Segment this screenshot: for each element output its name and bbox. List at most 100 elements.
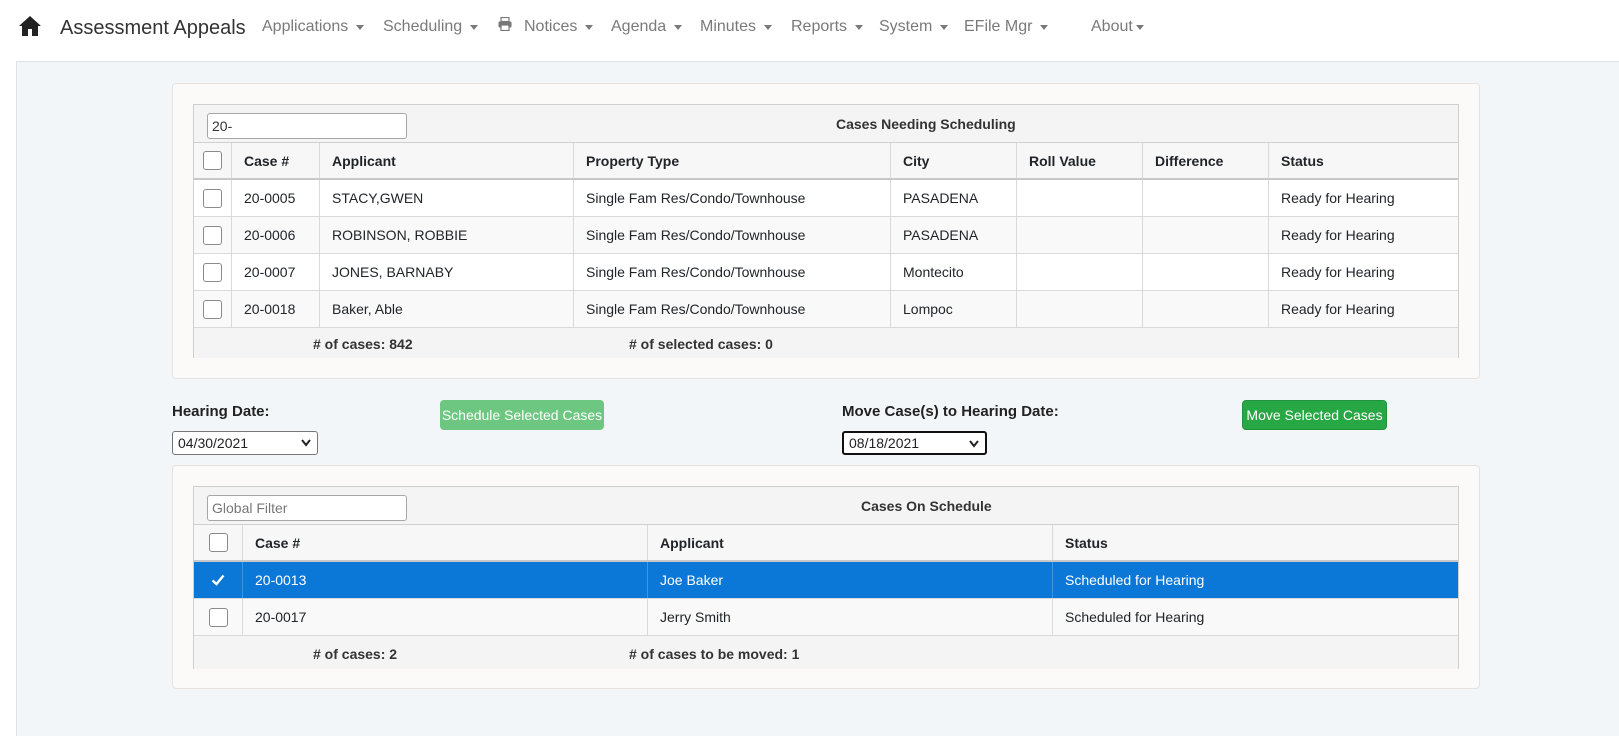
top-navbar: Assessment Appeals Applications Scheduli… bbox=[0, 0, 1619, 58]
table-header-row: Case # Applicant Status bbox=[194, 525, 1458, 562]
table-title: Cases Needing Scheduling bbox=[836, 116, 1016, 132]
nav-reports-label: Reports bbox=[791, 18, 848, 35]
chevron-down-icon bbox=[940, 24, 949, 30]
chevron-down-icon bbox=[969, 440, 979, 448]
table-row[interactable]: 20-0018 Baker, Able Single Fam Res/Condo… bbox=[194, 291, 1458, 328]
move-date-select[interactable]: 08/18/2021 bbox=[842, 431, 987, 455]
col-city[interactable]: City bbox=[891, 143, 1017, 178]
row-checkbox[interactable] bbox=[203, 225, 222, 245]
row-select-cell bbox=[194, 599, 243, 635]
case-number: 20-0017 bbox=[243, 599, 648, 635]
home-icon[interactable] bbox=[18, 14, 42, 38]
nav-efile-mgr[interactable]: EFile Mgr bbox=[964, 18, 1049, 36]
col-applicant[interactable]: Applicant bbox=[648, 525, 1053, 560]
col-property-type[interactable]: Property Type bbox=[574, 143, 891, 178]
chevron-down-icon bbox=[301, 439, 311, 447]
property-type: Single Fam Res/Condo/Townhouse bbox=[574, 217, 891, 253]
roll-value bbox=[1017, 291, 1143, 327]
col-roll-value[interactable]: Roll Value bbox=[1017, 143, 1143, 178]
schedule-selected-cases-button[interactable]: Schedule Selected Cases bbox=[440, 400, 604, 430]
status: Ready for Hearing bbox=[1281, 264, 1395, 280]
col-status[interactable]: Status bbox=[1269, 143, 1458, 178]
checkmark-icon bbox=[211, 574, 225, 586]
nav-applications[interactable]: Applications bbox=[262, 18, 365, 36]
nav-efile-mgr-label: EFile Mgr bbox=[964, 18, 1033, 35]
table-row[interactable]: 20-0005 STACY,GWEN Single Fam Res/Condo/… bbox=[194, 180, 1458, 217]
global-filter-input[interactable] bbox=[207, 495, 407, 521]
nav-minutes-label: Minutes bbox=[700, 18, 757, 35]
property-type: Single Fam Res/Condo/Townhouse bbox=[574, 180, 891, 216]
chevron-down-icon bbox=[1040, 24, 1049, 30]
applicant: ROBINSON, ROBBIE bbox=[320, 217, 574, 253]
applicant: Joe Baker bbox=[648, 562, 1053, 598]
row-checkbox[interactable] bbox=[203, 262, 222, 282]
table-row[interactable]: 20-0007 JONES, BARNABY Single Fam Res/Co… bbox=[194, 254, 1458, 291]
difference bbox=[1143, 291, 1269, 327]
table-footer: # of cases: 842 # of selected cases: 0 bbox=[194, 328, 1458, 358]
chevron-down-icon bbox=[855, 24, 864, 30]
chevron-down-icon bbox=[356, 24, 365, 30]
row-checkbox[interactable] bbox=[203, 188, 222, 208]
chevron-down-icon bbox=[585, 24, 594, 30]
difference bbox=[1143, 180, 1269, 216]
main-content: Cases Needing Scheduling Case # Applican… bbox=[16, 61, 1619, 736]
nav-agenda[interactable]: Agenda bbox=[611, 18, 683, 36]
hearing-date-select[interactable]: 04/30/2021 bbox=[172, 431, 318, 455]
table-header-row: Case # Applicant Property Type City Roll… bbox=[194, 143, 1458, 180]
nav-about[interactable]: About bbox=[1091, 18, 1144, 36]
applicant: Baker, Able bbox=[320, 291, 574, 327]
nav-notices-label: Notices bbox=[524, 18, 578, 35]
row-checkbox[interactable] bbox=[209, 571, 228, 590]
table-row[interactable]: 20-0017 Jerry Smith Scheduled for Hearin… bbox=[194, 599, 1458, 636]
on-schedule-panel: Cases On Schedule Case # Applicant Statu… bbox=[172, 465, 1480, 689]
table-footer: # of cases: 2 # of cases to be moved: 1 bbox=[194, 636, 1458, 669]
applicant: STACY,GWEN bbox=[320, 180, 574, 216]
nav-scheduling-label: Scheduling bbox=[383, 18, 463, 35]
hearing-date-value: 04/30/2021 bbox=[178, 435, 249, 451]
row-checkbox[interactable] bbox=[203, 299, 222, 319]
selected-count: # of selected cases: 0 bbox=[629, 336, 773, 352]
select-all-checkbox[interactable] bbox=[203, 151, 222, 170]
nav-applications-label: Applications bbox=[262, 18, 349, 35]
col-case[interactable]: Case # bbox=[232, 143, 320, 178]
app-brand[interactable]: Assessment Appeals bbox=[60, 17, 246, 40]
col-case[interactable]: Case # bbox=[243, 525, 648, 560]
case-filter-input[interactable] bbox=[207, 113, 407, 139]
col-applicant[interactable]: Applicant bbox=[320, 143, 574, 178]
table-row[interactable]: 20-0006 ROBINSON, ROBBIE Single Fam Res/… bbox=[194, 217, 1458, 254]
nav-scheduling[interactable]: Scheduling bbox=[383, 18, 479, 36]
table-row[interactable]: 20-0013 Joe Baker Scheduled for Hearing bbox=[194, 562, 1458, 599]
row-checkbox[interactable] bbox=[208, 607, 228, 627]
chevron-down-icon bbox=[674, 24, 683, 30]
city: Lompoc bbox=[891, 291, 1017, 327]
move-selected-cases-button[interactable]: Move Selected Cases bbox=[1242, 400, 1387, 430]
needing-scheduling-panel: Cases Needing Scheduling Case # Applican… bbox=[172, 83, 1480, 379]
chevron-down-icon bbox=[470, 24, 479, 30]
nav-minutes[interactable]: Minutes bbox=[700, 18, 773, 36]
table-caption: Cases On Schedule bbox=[194, 487, 1458, 525]
applicant: JONES, BARNABY bbox=[320, 254, 574, 290]
col-status[interactable]: Status bbox=[1053, 525, 1458, 560]
status: Ready for Hearing bbox=[1281, 190, 1395, 206]
roll-value bbox=[1017, 217, 1143, 253]
select-all-cell bbox=[194, 143, 232, 178]
nav-system[interactable]: System bbox=[879, 18, 949, 36]
printer-icon bbox=[498, 17, 512, 31]
nav-reports[interactable]: Reports bbox=[791, 18, 864, 36]
property-type: Single Fam Res/Condo/Townhouse bbox=[574, 254, 891, 290]
nav-notices[interactable]: Notices bbox=[498, 17, 594, 36]
chevron-down-icon bbox=[1135, 24, 1144, 30]
moved-count: # of cases to be moved: 1 bbox=[629, 646, 800, 662]
city: PASADENA bbox=[891, 217, 1017, 253]
city: Montecito bbox=[891, 254, 1017, 290]
case-count: # of cases: 842 bbox=[313, 336, 413, 352]
move-date-label: Move Case(s) to Hearing Date: bbox=[842, 403, 1059, 420]
select-all-checkbox[interactable] bbox=[208, 533, 228, 552]
on-schedule-table: Cases On Schedule Case # Applicant Statu… bbox=[193, 486, 1459, 669]
col-difference[interactable]: Difference bbox=[1143, 143, 1269, 178]
table-title: Cases On Schedule bbox=[861, 498, 992, 514]
row-select-cell bbox=[194, 180, 232, 216]
status: Scheduled for Hearing bbox=[1065, 572, 1205, 588]
property-type: Single Fam Res/Condo/Townhouse bbox=[574, 291, 891, 327]
status: Ready for Hearing bbox=[1281, 227, 1395, 243]
